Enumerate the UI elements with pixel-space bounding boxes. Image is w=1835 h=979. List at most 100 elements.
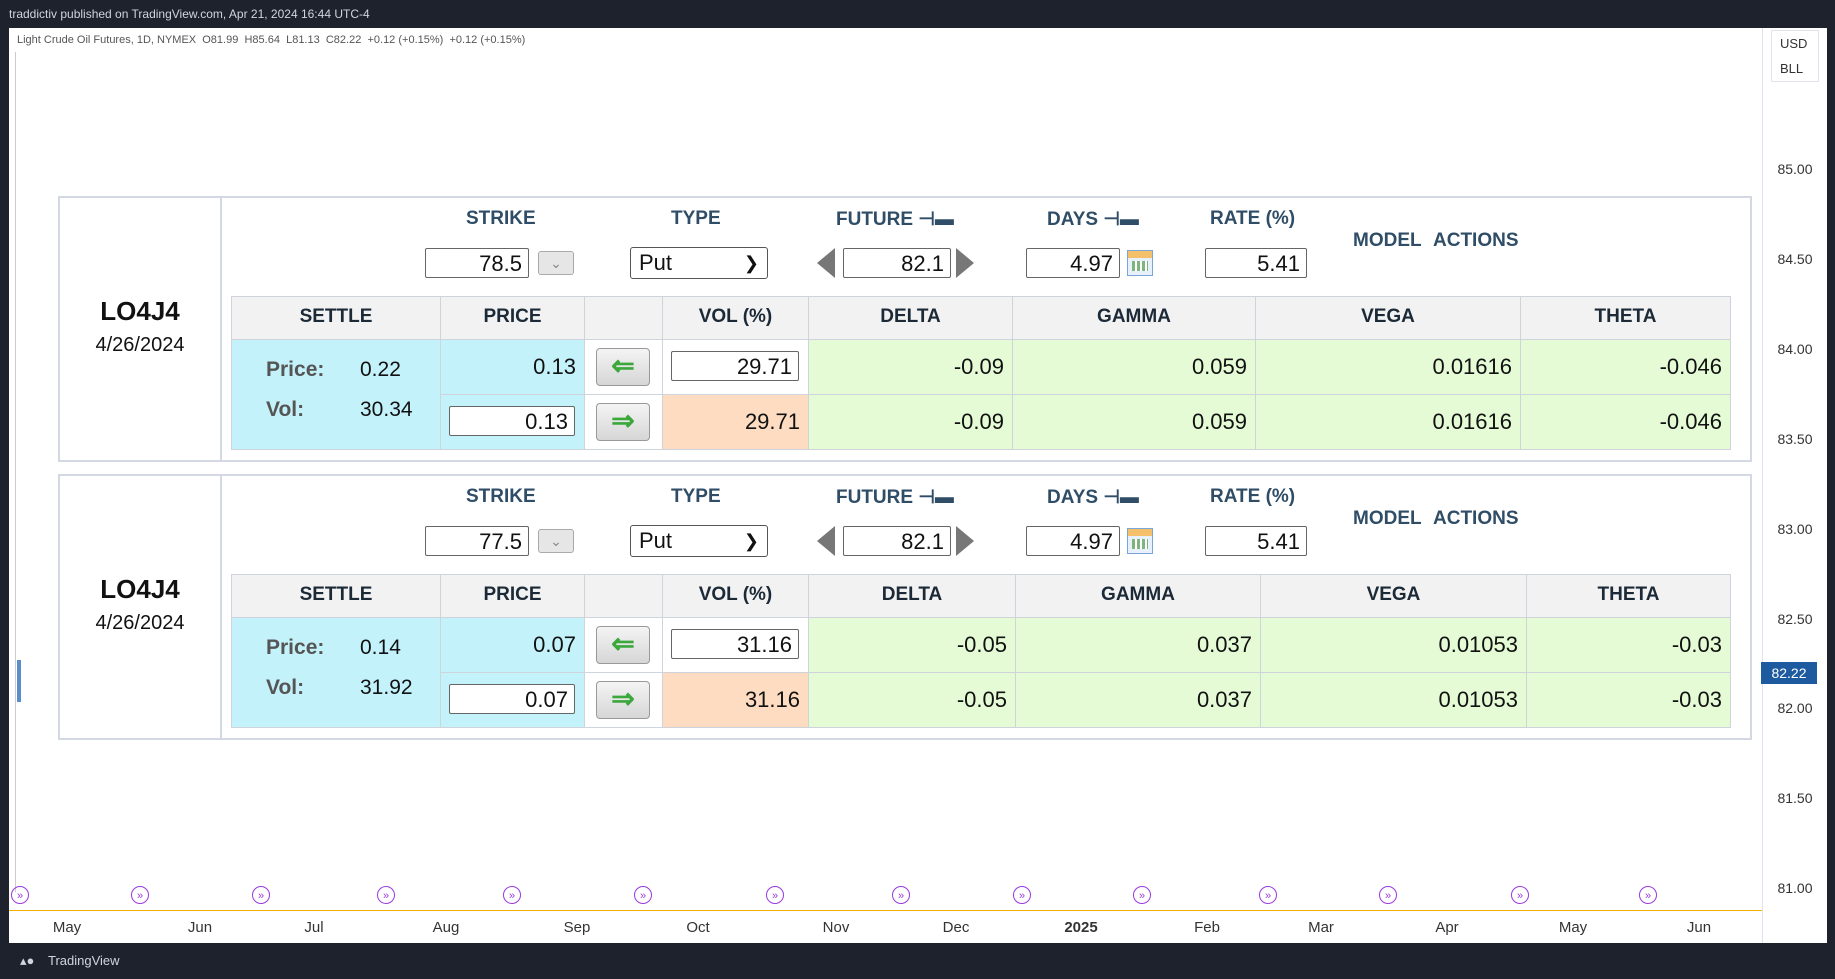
month-label: Mar xyxy=(1308,919,1334,936)
days-input[interactable]: 4.97 xyxy=(1026,526,1120,556)
delta-col-header: DELTA xyxy=(808,296,1013,340)
rate-input[interactable]: 5.41 xyxy=(1205,526,1307,556)
gamma-value: 0.037 xyxy=(1015,672,1261,728)
vol-input-cell: 31.16 xyxy=(662,617,809,673)
event-marker-icon[interactable]: » xyxy=(1379,886,1397,904)
theta-col-header: THETA xyxy=(1526,574,1731,618)
future-increase-icon[interactable] xyxy=(956,526,974,556)
calendar-icon[interactable] xyxy=(1127,250,1153,276)
future-header: FUTURE ⊣▬ xyxy=(836,487,954,508)
arrow-left-icon: ⇐ xyxy=(611,350,635,381)
settle-cell: Price: 0.14 Vol: 31.92 xyxy=(231,617,441,728)
tradingview-logo[interactable]: ▴● TradingView xyxy=(0,953,120,968)
rate-header: RATE (%) xyxy=(1210,208,1296,229)
type-select[interactable]: Put ❯ xyxy=(630,525,768,557)
event-marker-icon[interactable]: » xyxy=(503,886,521,904)
event-marker-icon[interactable]: » xyxy=(11,886,29,904)
gamma-col-header: GAMMA xyxy=(1012,296,1256,340)
event-marker-icon[interactable]: » xyxy=(252,886,270,904)
event-marker-icon[interactable]: » xyxy=(1133,886,1151,904)
event-marker-icon[interactable]: » xyxy=(892,886,910,904)
pin-icon[interactable]: ⊣▬ xyxy=(1103,487,1139,508)
pin-icon[interactable]: ⊣▬ xyxy=(918,487,954,508)
chevron-down-icon: ❯ xyxy=(743,531,759,551)
future-decrease-icon[interactable] xyxy=(817,248,835,278)
price-axis[interactable]: USD BLL 85.00 84.50 84.00 83.50 83.00 82… xyxy=(1762,28,1827,943)
vega-value: 0.01053 xyxy=(1260,617,1527,673)
scroll-marker[interactable] xyxy=(17,660,21,702)
calendar-icon[interactable] xyxy=(1127,528,1153,554)
strike-input[interactable]: 78.5 xyxy=(425,248,529,278)
month-label: Nov xyxy=(822,919,850,936)
month-label: Sep xyxy=(563,919,591,936)
currency-unit-selector[interactable]: USD BLL xyxy=(1771,30,1819,82)
settle-price-value: 0.14 xyxy=(360,636,401,659)
future-input[interactable]: 82.1 xyxy=(843,526,951,556)
contract-expiry: 4/26/2024 xyxy=(95,612,185,634)
arrow-right-icon: ⇒ xyxy=(611,683,635,714)
month-label: Oct xyxy=(686,919,710,936)
legend-change: +0.12 (+0.15%) xyxy=(367,34,444,46)
legend-symbol: Light Crude Oil Futures, 1D, NYMEX xyxy=(17,34,197,46)
event-marker-icon[interactable]: » xyxy=(766,886,784,904)
settle-col-header: SETTLE xyxy=(231,296,441,340)
theta-col-header: THETA xyxy=(1520,296,1731,340)
pin-icon[interactable]: ⊣▬ xyxy=(1103,209,1139,230)
type-header: TYPE xyxy=(671,486,721,507)
event-marker-icon[interactable]: » xyxy=(377,886,395,904)
event-marker-icon[interactable]: » xyxy=(634,886,652,904)
contract-cell: LO4J4 4/26/2024 xyxy=(60,198,222,460)
gamma-col-header: GAMMA xyxy=(1015,574,1261,618)
settle-vol-label: Vol: xyxy=(266,398,305,421)
strike-dropdown-button[interactable]: ⌄ xyxy=(538,529,574,553)
greeks-table: SETTLE PRICE VOL (%) DELTA GAMMA VEGA TH… xyxy=(231,296,1731,450)
days-input[interactable]: 4.97 xyxy=(1026,248,1120,278)
strike-header: STRIKE xyxy=(466,208,536,229)
pin-icon[interactable]: ⊣▬ xyxy=(918,209,954,230)
price-input-cell: 0.07 xyxy=(440,672,585,728)
event-marker-icon[interactable]: » xyxy=(1259,886,1277,904)
price-input[interactable]: 0.07 xyxy=(449,684,575,714)
event-marker-icon[interactable]: » xyxy=(1013,886,1031,904)
rate-input[interactable]: 5.41 xyxy=(1205,248,1307,278)
settle-price-label: Price: xyxy=(266,358,325,381)
vol-input[interactable]: 29.71 xyxy=(671,351,799,381)
settle-price-label: Price: xyxy=(266,636,325,659)
vol-input[interactable]: 31.16 xyxy=(671,629,799,659)
tv-logo-icon: ▴● xyxy=(20,953,35,968)
delta-value: -0.09 xyxy=(808,339,1013,395)
time-axis[interactable]: May Jun Jul Aug Sep Oct Nov Dec 2025 Feb… xyxy=(9,910,1762,944)
event-marker-icon[interactable]: » xyxy=(1511,886,1529,904)
calc-price-button[interactable]: ⇐ xyxy=(596,626,650,664)
delta-col-header: DELTA xyxy=(808,574,1016,618)
event-marker-icon[interactable]: » xyxy=(131,886,149,904)
month-label: Jun xyxy=(1686,919,1712,936)
price-input[interactable]: 0.13 xyxy=(449,406,575,436)
future-increase-icon[interactable] xyxy=(956,248,974,278)
legend-close: C82.22 xyxy=(325,34,362,46)
theta-value: -0.046 xyxy=(1520,394,1731,450)
future-header: FUTURE ⊣▬ xyxy=(836,209,954,230)
chevron-down-icon: ❯ xyxy=(743,253,759,273)
future-decrease-icon[interactable] xyxy=(817,526,835,556)
calc-vol-button[interactable]: ⇒ xyxy=(596,403,650,441)
chart-area[interactable]: Light Crude Oil Futures, 1D, NYMEX O81.9… xyxy=(9,28,1827,944)
unit-label: BLL xyxy=(1780,61,1804,76)
calc-vol-button[interactable]: ⇒ xyxy=(596,681,650,719)
settle-vol-value: 31.92 xyxy=(360,676,413,699)
event-marker-icon[interactable]: » xyxy=(1639,886,1657,904)
calc-price-button[interactable]: ⇐ xyxy=(596,348,650,386)
strike-input[interactable]: 77.5 xyxy=(425,526,529,556)
strike-dropdown-button[interactable]: ⌄ xyxy=(538,251,574,275)
price-tick: 81.00 xyxy=(1777,880,1813,896)
model-header: MODEL xyxy=(1353,508,1422,529)
settle-col-header: SETTLE xyxy=(231,574,441,618)
month-label: Apr xyxy=(1435,919,1459,936)
legend-change-alt: +0.12 (+0.15%) xyxy=(449,34,526,46)
future-input[interactable]: 82.1 xyxy=(843,248,951,278)
type-select[interactable]: Put ❯ xyxy=(630,247,768,279)
gamma-value: 0.059 xyxy=(1012,394,1256,450)
delta-value: -0.09 xyxy=(808,394,1013,450)
action-cell: ⇐ xyxy=(584,617,663,673)
vol-col-header: VOL (%) xyxy=(662,296,809,340)
